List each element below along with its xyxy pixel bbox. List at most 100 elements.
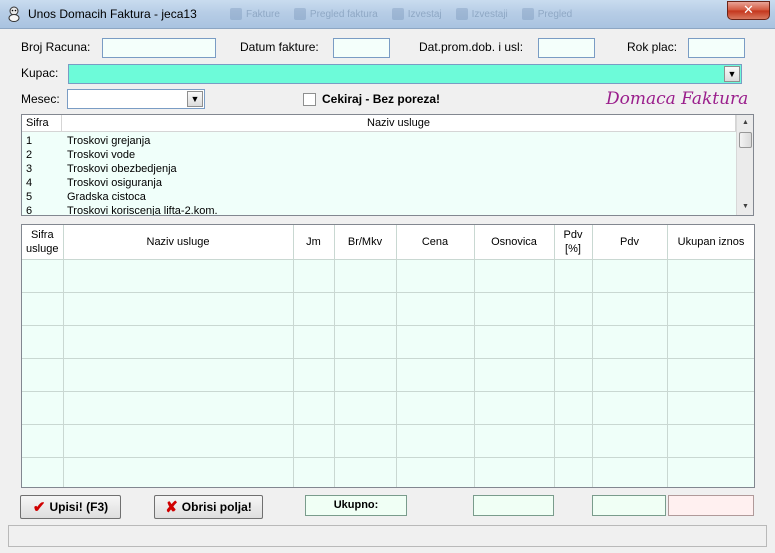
table-cell[interactable] — [396, 292, 475, 326]
table-cell[interactable] — [592, 391, 668, 425]
table-cell[interactable] — [554, 457, 593, 487]
table-cell[interactable] — [592, 424, 668, 458]
chevron-down-icon[interactable]: ▼ — [187, 91, 203, 107]
column-header-pdv[interactable]: Pdv — [592, 225, 668, 260]
table-cell[interactable] — [667, 391, 754, 425]
table-cell[interactable] — [334, 358, 397, 392]
table-cell[interactable] — [474, 424, 555, 458]
services-list[interactable]: Sifra Naziv usluge 1 Troskovi grejanja 2… — [21, 114, 754, 216]
table-cell[interactable] — [63, 424, 294, 458]
list-item[interactable]: 1 Troskovi grejanja — [22, 134, 736, 148]
table-cell[interactable] — [667, 292, 754, 326]
mesec-select[interactable]: ▼ — [67, 89, 205, 109]
clear-button[interactable]: ✘ Obrisi polja! — [154, 495, 263, 519]
table-cell[interactable] — [63, 259, 294, 293]
table-cell[interactable] — [334, 325, 397, 359]
table-row[interactable] — [22, 325, 754, 359]
table-cell[interactable] — [22, 292, 64, 326]
column-header-osnovica[interactable]: Osnovica — [474, 225, 555, 260]
table-cell[interactable] — [474, 391, 555, 425]
table-cell[interactable] — [554, 358, 593, 392]
table-cell[interactable] — [592, 457, 668, 487]
table-cell[interactable] — [396, 358, 475, 392]
table-cell[interactable] — [396, 325, 475, 359]
table-cell[interactable] — [474, 292, 555, 326]
table-cell[interactable] — [63, 358, 294, 392]
table-cell[interactable] — [22, 391, 64, 425]
chevron-down-icon[interactable]: ▼ — [724, 66, 740, 82]
table-cell[interactable] — [667, 424, 754, 458]
table-cell[interactable] — [22, 259, 64, 293]
table-cell[interactable] — [63, 292, 294, 326]
dat-prom-input[interactable] — [538, 38, 595, 58]
table-cell[interactable] — [396, 391, 475, 425]
table-cell[interactable] — [22, 424, 64, 458]
table-cell[interactable] — [592, 358, 668, 392]
table-cell[interactable] — [554, 424, 593, 458]
broj-racuna-input[interactable] — [102, 38, 216, 58]
scroll-down-icon[interactable]: ▼ — [738, 200, 753, 214]
table-cell[interactable] — [667, 457, 754, 487]
list-item[interactable]: 2 Troskovi vode — [22, 148, 736, 162]
table-cell[interactable] — [22, 457, 64, 487]
list-item[interactable]: 4 Troskovi osiguranja — [22, 176, 736, 190]
table-row[interactable] — [22, 259, 754, 293]
column-header-naziv-usluge[interactable]: Naziv usluge — [63, 225, 294, 260]
column-header-pdv-procent[interactable]: Pdv [%] — [554, 225, 593, 260]
list-item[interactable]: 5 Gradska cistoca — [22, 190, 736, 204]
table-cell[interactable] — [334, 457, 397, 487]
invoice-items-grid[interactable]: Sifra usluge Naziv usluge Jm Br/Mkv Cena … — [21, 224, 755, 488]
bez-poreza-checkbox[interactable] — [303, 93, 316, 106]
table-cell[interactable] — [474, 457, 555, 487]
table-row[interactable] — [22, 391, 754, 425]
column-header-sifra-usluge[interactable]: Sifra usluge — [22, 225, 64, 260]
table-cell[interactable] — [554, 391, 593, 425]
table-cell[interactable] — [554, 292, 593, 326]
column-header-jm[interactable]: Jm — [293, 225, 335, 260]
table-cell[interactable] — [396, 424, 475, 458]
table-cell[interactable] — [554, 259, 593, 293]
table-cell[interactable] — [293, 358, 335, 392]
table-cell[interactable] — [63, 325, 294, 359]
table-cell[interactable] — [334, 424, 397, 458]
table-cell[interactable] — [22, 358, 64, 392]
rok-plac-input[interactable] — [688, 38, 745, 58]
table-cell[interactable] — [667, 325, 754, 359]
table-cell[interactable] — [293, 259, 335, 293]
column-header-naziv[interactable]: Naziv usluge — [62, 115, 736, 131]
table-cell[interactable] — [22, 325, 64, 359]
table-cell[interactable] — [334, 259, 397, 293]
column-header-br-mkv[interactable]: Br/Mkv — [334, 225, 397, 260]
table-cell[interactable] — [592, 259, 668, 293]
table-cell[interactable] — [554, 325, 593, 359]
table-cell[interactable] — [293, 457, 335, 487]
column-header-ukupan-iznos[interactable]: Ukupan iznos — [667, 225, 754, 260]
table-cell[interactable] — [334, 391, 397, 425]
table-cell[interactable] — [334, 292, 397, 326]
table-cell[interactable] — [474, 325, 555, 359]
scroll-up-icon[interactable]: ▲ — [738, 116, 753, 130]
table-row[interactable] — [22, 457, 754, 487]
kupac-select[interactable]: ▼ — [68, 64, 742, 84]
table-cell[interactable] — [592, 325, 668, 359]
table-cell[interactable] — [293, 391, 335, 425]
table-cell[interactable] — [592, 292, 668, 326]
table-cell[interactable] — [396, 259, 475, 293]
table-cell[interactable] — [293, 325, 335, 359]
save-button[interactable]: ✔ Upisi! (F3) — [20, 495, 121, 519]
table-cell[interactable] — [63, 391, 294, 425]
table-cell[interactable] — [474, 259, 555, 293]
column-header-cena[interactable]: Cena — [396, 225, 475, 260]
vertical-scrollbar[interactable]: ▲ ▼ — [736, 115, 753, 215]
column-header-sifra[interactable]: Sifra — [22, 115, 62, 131]
table-cell[interactable] — [293, 424, 335, 458]
list-item[interactable]: 3 Troskovi obezbedjenja — [22, 162, 736, 176]
scroll-thumb[interactable] — [739, 132, 752, 148]
table-cell[interactable] — [396, 457, 475, 487]
table-cell[interactable] — [667, 358, 754, 392]
datum-fakture-input[interactable] — [333, 38, 390, 58]
table-row[interactable] — [22, 358, 754, 392]
table-cell[interactable] — [474, 358, 555, 392]
table-cell[interactable] — [667, 259, 754, 293]
table-cell[interactable] — [63, 457, 294, 487]
